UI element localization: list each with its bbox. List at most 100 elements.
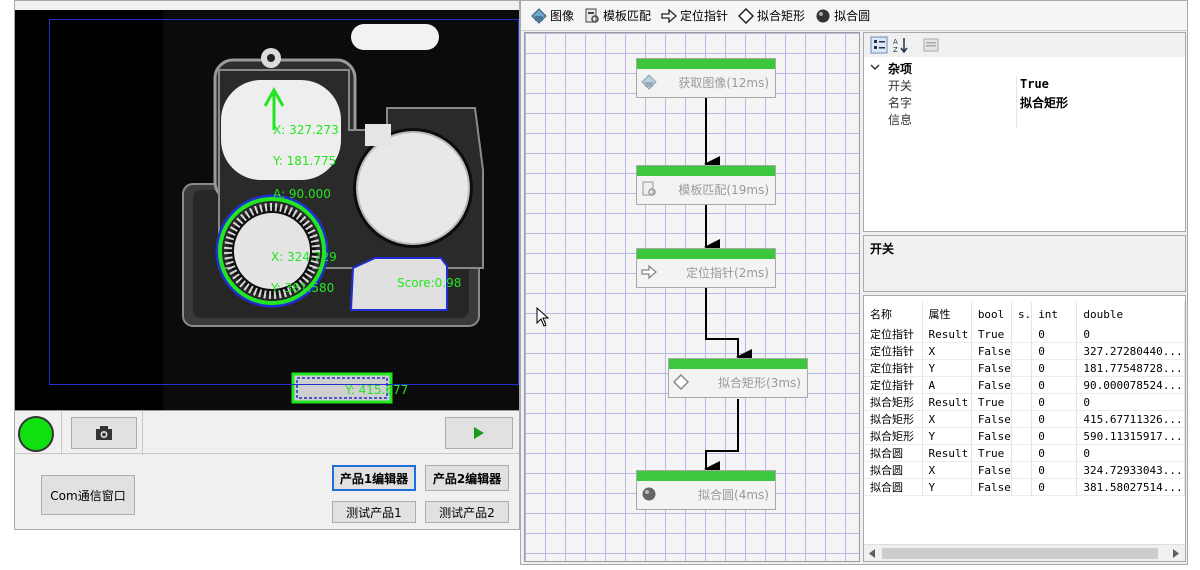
tool-template-match[interactable]: 模板匹配 <box>584 7 651 24</box>
table-cell: False <box>971 342 1012 360</box>
flow-node-fit-rect[interactable]: 拟合矩形(3ms) <box>668 358 808 398</box>
description-title: 开关 <box>870 242 895 256</box>
property-category[interactable]: 杂项 <box>864 59 1185 76</box>
table-cell: Y <box>922 427 972 445</box>
table-cell: 181.77548728... <box>1076 359 1185 377</box>
category-label: 杂项 <box>888 62 913 76</box>
sort-alpha-icon[interactable]: A Z <box>892 36 910 54</box>
tool-image[interactable]: 图像 <box>531 7 574 24</box>
table-cell <box>1011 326 1033 343</box>
flow-node-locate-pointer[interactable]: 定位指针(2ms) <box>636 248 776 288</box>
column-header[interactable]: 属性 <box>922 302 972 326</box>
table-cell <box>1011 478 1033 496</box>
property-value[interactable]: True <box>1020 77 1049 91</box>
table-row[interactable]: 拟合圆 Result True 0 0 <box>864 444 1185 462</box>
tool-fit-circle[interactable]: 拟合圆 <box>815 7 870 24</box>
table-cell: 0 <box>1031 359 1078 377</box>
roi-rectangle <box>49 19 519 385</box>
product1-editor-button[interactable]: 产品1编辑器 <box>332 465 416 491</box>
flow-node-get-image[interactable]: 获取图像(12ms) <box>636 58 776 98</box>
flow-node-template-match[interactable]: 模板匹配(19ms) <box>636 165 776 205</box>
tool-fit-rect[interactable]: 拟合矩形 <box>738 7 805 24</box>
property-value[interactable]: 拟合矩形 <box>1020 94 1068 111</box>
table-cell: 0 <box>1031 461 1078 479</box>
test-product2-button[interactable]: 测试产品2 <box>425 501 509 523</box>
table-cell: Result <box>922 444 972 462</box>
table-cell: 324.72933043... <box>1076 461 1185 479</box>
table-cell: 0 <box>1031 393 1078 411</box>
table-cell: False <box>971 461 1012 479</box>
tool-locate-pointer[interactable]: 定位指针 <box>661 7 728 24</box>
run-button[interactable] <box>445 417 513 449</box>
table-cell: 0 <box>1076 444 1185 462</box>
table-row[interactable]: 定位指针 A False 0 90.000078524... <box>864 376 1185 394</box>
product2-editor-button[interactable]: 产品2编辑器 <box>425 465 509 491</box>
capture-button[interactable] <box>71 417 137 449</box>
table-row[interactable]: 拟合圆 Y False 0 381.58027514... <box>864 478 1185 496</box>
image-icon <box>641 74 657 90</box>
table-cell: 327.27280440... <box>1076 342 1185 360</box>
table-cell: Result <box>922 326 972 343</box>
node-label: 获取图像(12ms) <box>678 76 769 90</box>
table-row[interactable]: 定位指针 Y False 0 181.77548728... <box>864 359 1185 377</box>
test-product1-button[interactable]: 测试产品1 <box>332 501 416 523</box>
tool-label: 模板匹配 <box>603 9 652 23</box>
property-row[interactable]: 信息 <box>864 110 1185 127</box>
table-row[interactable]: 拟合矩形 Result True 0 0 <box>864 393 1185 411</box>
table-cell: 0 <box>1031 410 1078 428</box>
inspection-window: X: 327.273 Y: 181.775 A: 90.000 X: 324.7… <box>14 0 520 530</box>
table-cell: 定位指针 <box>864 326 923 343</box>
tool-label: 定位指针 <box>680 9 729 23</box>
flow-node-fit-circle[interactable]: 拟合圆(4ms) <box>636 470 776 510</box>
column-header[interactable]: double <box>1076 302 1185 326</box>
table-cell: X <box>922 410 972 428</box>
table-cell <box>1011 342 1033 360</box>
scroll-right-icon[interactable] <box>1172 549 1180 558</box>
scrollbar-thumb[interactable] <box>882 548 1158 559</box>
property-pages-icon[interactable] <box>922 36 940 54</box>
table-cell: False <box>971 410 1012 428</box>
property-grid: A Z 杂项 开关 True 名字 拟合矩形 信息 <box>863 32 1186 232</box>
chevron-down-icon[interactable] <box>870 62 880 72</box>
node-status-bar <box>637 59 775 69</box>
table-cell: False <box>971 359 1012 377</box>
com-window-button[interactable]: Com通信窗口 <box>41 475 135 515</box>
column-header[interactable]: 名称 <box>864 302 923 326</box>
table-row[interactable]: 定位指针 X False 0 327.27280440... <box>864 342 1185 360</box>
image-icon <box>531 7 547 24</box>
camera-icon <box>96 426 112 440</box>
node-label: 拟合圆(4ms) <box>698 488 769 502</box>
property-divider <box>1016 93 1017 110</box>
property-row[interactable]: 开关 True <box>864 76 1185 93</box>
table-cell <box>1011 444 1033 462</box>
property-key: 名字 <box>888 96 913 110</box>
horizontal-scrollbar[interactable] <box>864 544 1185 561</box>
table-row[interactable]: 定位指针 Result True 0 0 <box>864 326 1185 343</box>
table-cell <box>1011 427 1033 445</box>
tool-label: 图像 <box>550 9 575 23</box>
scroll-left-icon[interactable] <box>868 549 876 558</box>
results-table: 名称 属性 bool s. int double 定位指针 Result True 0… <box>864 302 1185 496</box>
table-row[interactable]: 拟合矩形 Y False 0 590.11315917... <box>864 427 1185 445</box>
table-cell: 0 <box>1076 326 1185 343</box>
template-match-icon <box>642 181 656 196</box>
table-cell: Y <box>922 478 972 496</box>
table-cell: Y <box>922 359 972 377</box>
property-row[interactable]: 名字 拟合矩形 <box>864 93 1185 110</box>
column-header[interactable]: s. <box>1011 302 1033 326</box>
categorized-icon[interactable] <box>870 36 888 54</box>
table-cell: 415.67711326... <box>1076 410 1185 428</box>
overlay-text: Y: 381.580 <box>271 281 335 295</box>
table-row[interactable]: 拟合矩形 X False 0 415.67711326... <box>864 410 1185 428</box>
results-grid[interactable]: 名称 属性 bool s. int double 定位指针 Result True 0… <box>863 295 1186 562</box>
node-status-bar <box>637 471 775 481</box>
column-header[interactable]: int <box>1031 302 1078 326</box>
overlay-text: Y: 415.677 <box>345 383 409 397</box>
table-cell: True <box>971 393 1012 411</box>
column-header[interactable]: bool <box>971 302 1012 326</box>
node-status-bar <box>637 166 775 176</box>
play-icon <box>474 427 484 439</box>
table-row[interactable]: 拟合圆 X False 0 324.72933043... <box>864 461 1185 479</box>
flow-canvas[interactable]: 获取图像(12ms) 模板匹配(19ms) 定位指针(2ms) 拟合矩形(3ms… <box>524 32 860 562</box>
camera-view[interactable]: X: 327.273 Y: 181.775 A: 90.000 X: 324.7… <box>15 10 519 410</box>
